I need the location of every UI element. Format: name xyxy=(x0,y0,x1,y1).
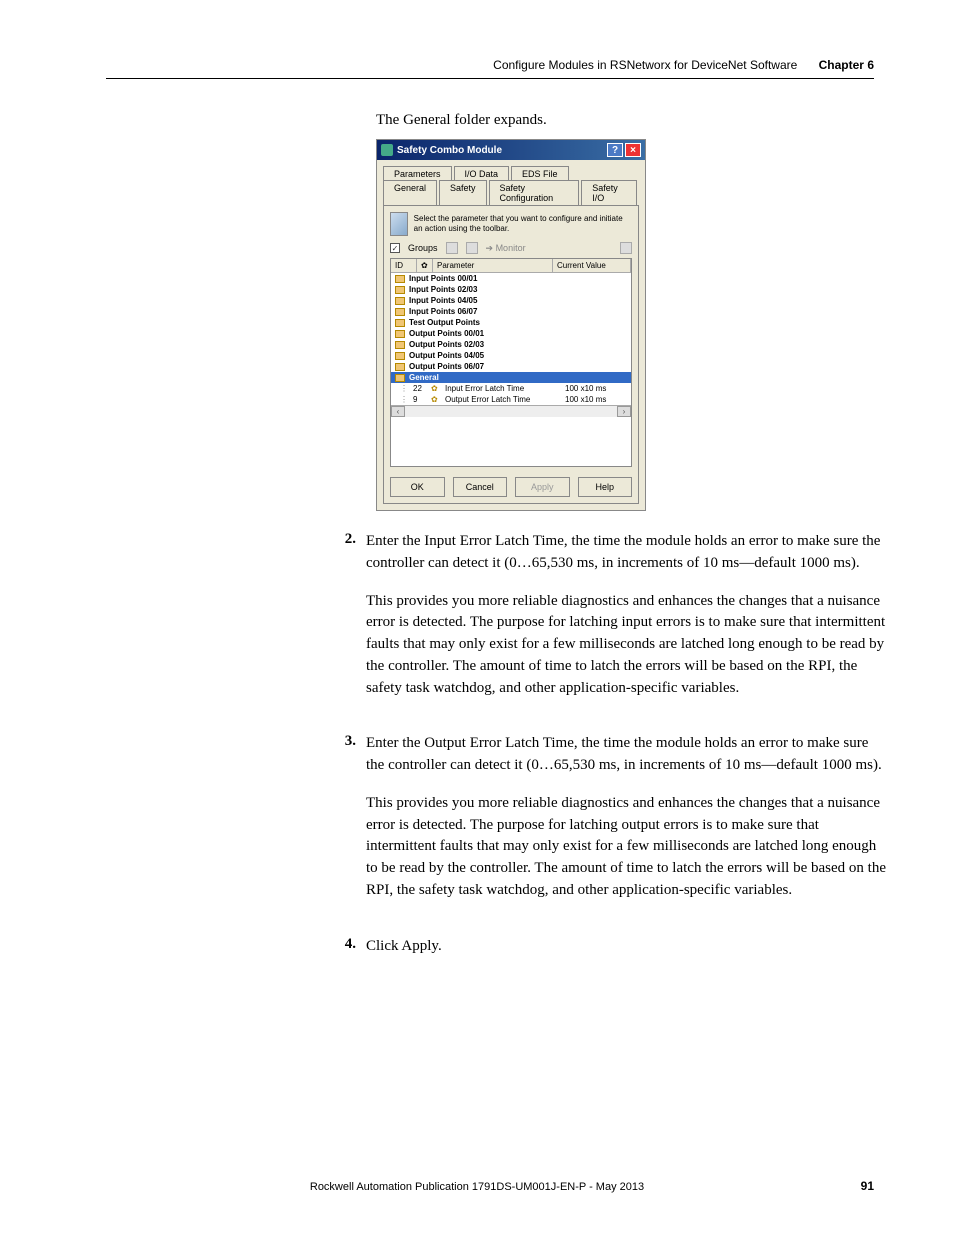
step-text: Enter the Output Error Latch Time, the t… xyxy=(366,733,886,777)
apply-button[interactable]: Apply xyxy=(515,477,570,497)
folder-icon xyxy=(395,319,405,327)
param-input-error-latch[interactable]: ⋮ 22 ✿ Input Error Latch Time 100 x10 ms xyxy=(391,383,631,394)
horizontal-scrollbar[interactable]: ‹ › xyxy=(391,405,631,417)
dialog-window: Safety Combo Module ? × Parameters I/O D… xyxy=(376,139,646,511)
close-button[interactable]: × xyxy=(625,143,641,157)
folder-input-0405[interactable]: Input Points 04/05 xyxy=(391,295,631,306)
step-text: Click Apply. xyxy=(366,936,442,958)
dialog-button-row: OK Cancel Apply Help xyxy=(390,477,632,497)
toolbar: ✓ Groups ➔ Monitor xyxy=(390,242,632,254)
col-lock-icon[interactable]: ✿ xyxy=(417,259,433,272)
scroll-right-icon[interactable]: › xyxy=(617,406,631,417)
monitor-label: Monitor xyxy=(496,243,526,253)
folder-icon xyxy=(395,363,405,371)
page-header: Configure Modules in RSNetworx for Devic… xyxy=(493,58,874,72)
folder-icon xyxy=(395,286,405,294)
lock-icon: ✿ xyxy=(431,395,445,404)
param-id: 9 xyxy=(413,395,431,404)
footer-text: Rockwell Automation Publication 1791DS-U… xyxy=(0,1181,954,1193)
page-number: 91 xyxy=(861,1179,874,1193)
step-4: 4. Click Apply. xyxy=(376,936,886,974)
folder-input-0001[interactable]: Input Points 00/01 xyxy=(391,273,631,284)
folder-icon xyxy=(395,297,405,305)
folder-icon xyxy=(395,374,405,382)
param-name: Input Error Latch Time xyxy=(445,384,565,393)
step-3: 3. Enter the Output Error Latch Time, th… xyxy=(376,733,886,917)
step-number: 3. xyxy=(342,733,366,917)
step-number: 4. xyxy=(342,936,366,974)
folder-icon xyxy=(395,308,405,316)
hint-row: Select the parameter that you want to co… xyxy=(390,212,632,236)
tab-safety-io[interactable]: Safety I/O xyxy=(581,180,637,205)
param-value[interactable]: 100 x10 ms xyxy=(565,384,627,393)
intro-text: The General folder expands. xyxy=(376,112,886,129)
scroll-left-icon[interactable]: ‹ xyxy=(391,406,405,417)
folder-input-0203[interactable]: Input Points 02/03 xyxy=(391,284,631,295)
ok-button[interactable]: OK xyxy=(390,477,445,497)
folder-output-0203[interactable]: Output Points 02/03 xyxy=(391,339,631,350)
toolbar-icon-1[interactable] xyxy=(446,242,458,254)
param-name: Output Error Latch Time xyxy=(445,395,565,404)
groups-checkbox[interactable]: ✓ xyxy=(390,243,400,253)
content-area: The General folder expands. Safety Combo… xyxy=(376,112,886,991)
folder-general[interactable]: General xyxy=(391,372,631,383)
tab-safety-config[interactable]: Safety Configuration xyxy=(489,180,580,205)
hint-text: Select the parameter that you want to co… xyxy=(414,214,632,233)
step-number: 2. xyxy=(342,531,366,715)
folder-test-output[interactable]: Test Output Points xyxy=(391,317,631,328)
tab-general[interactable]: General xyxy=(383,180,437,205)
help-button[interactable]: Help xyxy=(578,477,633,497)
folder-output-0001[interactable]: Output Points 00/01 xyxy=(391,328,631,339)
folder-icon xyxy=(395,330,405,338)
step-text: This provides you more reliable diagnost… xyxy=(366,591,886,700)
folder-input-0607[interactable]: Input Points 06/07 xyxy=(391,306,631,317)
folder-icon xyxy=(395,352,405,360)
tab-row-top: Parameters I/O Data EDS File xyxy=(383,166,639,181)
tab-row-bottom: General Safety Safety Configuration Safe… xyxy=(383,180,639,205)
tab-parameters[interactable]: Parameters xyxy=(383,166,452,181)
step-list: 2. Enter the Input Error Latch Time, the… xyxy=(376,531,886,973)
groups-label: Groups xyxy=(408,243,438,253)
parameter-list: ID ✿ Parameter Current Value Input Point… xyxy=(390,258,632,467)
tree-line-icon: ⋮ xyxy=(395,395,413,404)
folder-output-0405[interactable]: Output Points 04/05 xyxy=(391,350,631,361)
param-output-error-latch[interactable]: ⋮ 9 ✿ Output Error Latch Time 100 x10 ms xyxy=(391,394,631,405)
col-id[interactable]: ID xyxy=(391,259,417,272)
header-chapter: Chapter 6 xyxy=(819,58,874,72)
tree-line-icon: ⋮ xyxy=(395,384,413,393)
col-parameter[interactable]: Parameter xyxy=(433,259,553,272)
toolbar-icon-2[interactable] xyxy=(466,242,478,254)
step-2: 2. Enter the Input Error Latch Time, the… xyxy=(376,531,886,715)
help-button[interactable]: ? xyxy=(607,143,623,157)
tab-eds-file[interactable]: EDS File xyxy=(511,166,569,181)
folder-icon xyxy=(395,275,405,283)
list-header: ID ✿ Parameter Current Value xyxy=(391,259,631,273)
param-value[interactable]: 100 x10 ms xyxy=(565,395,627,404)
hint-icon xyxy=(390,212,408,236)
step-text: This provides you more reliable diagnost… xyxy=(366,793,886,902)
tab-io-data[interactable]: I/O Data xyxy=(454,166,510,181)
col-value[interactable]: Current Value xyxy=(553,259,631,272)
dialog-titlebar[interactable]: Safety Combo Module ? × xyxy=(377,140,645,160)
app-icon xyxy=(381,144,393,156)
dialog-title: Safety Combo Module xyxy=(397,145,607,156)
header-rule xyxy=(106,78,874,79)
toolbar-icon-3[interactable] xyxy=(620,242,632,254)
lock-icon: ✿ xyxy=(431,384,445,393)
header-section: Configure Modules in RSNetworx for Devic… xyxy=(493,58,797,72)
scroll-track[interactable] xyxy=(405,406,617,417)
folder-icon xyxy=(395,341,405,349)
step-text: Enter the Input Error Latch Time, the ti… xyxy=(366,531,886,575)
tab-safety[interactable]: Safety xyxy=(439,180,487,205)
cancel-button[interactable]: Cancel xyxy=(453,477,508,497)
tab-panel: Select the parameter that you want to co… xyxy=(383,205,639,504)
param-id: 22 xyxy=(413,384,431,393)
folder-output-0607[interactable]: Output Points 06/07 xyxy=(391,361,631,372)
